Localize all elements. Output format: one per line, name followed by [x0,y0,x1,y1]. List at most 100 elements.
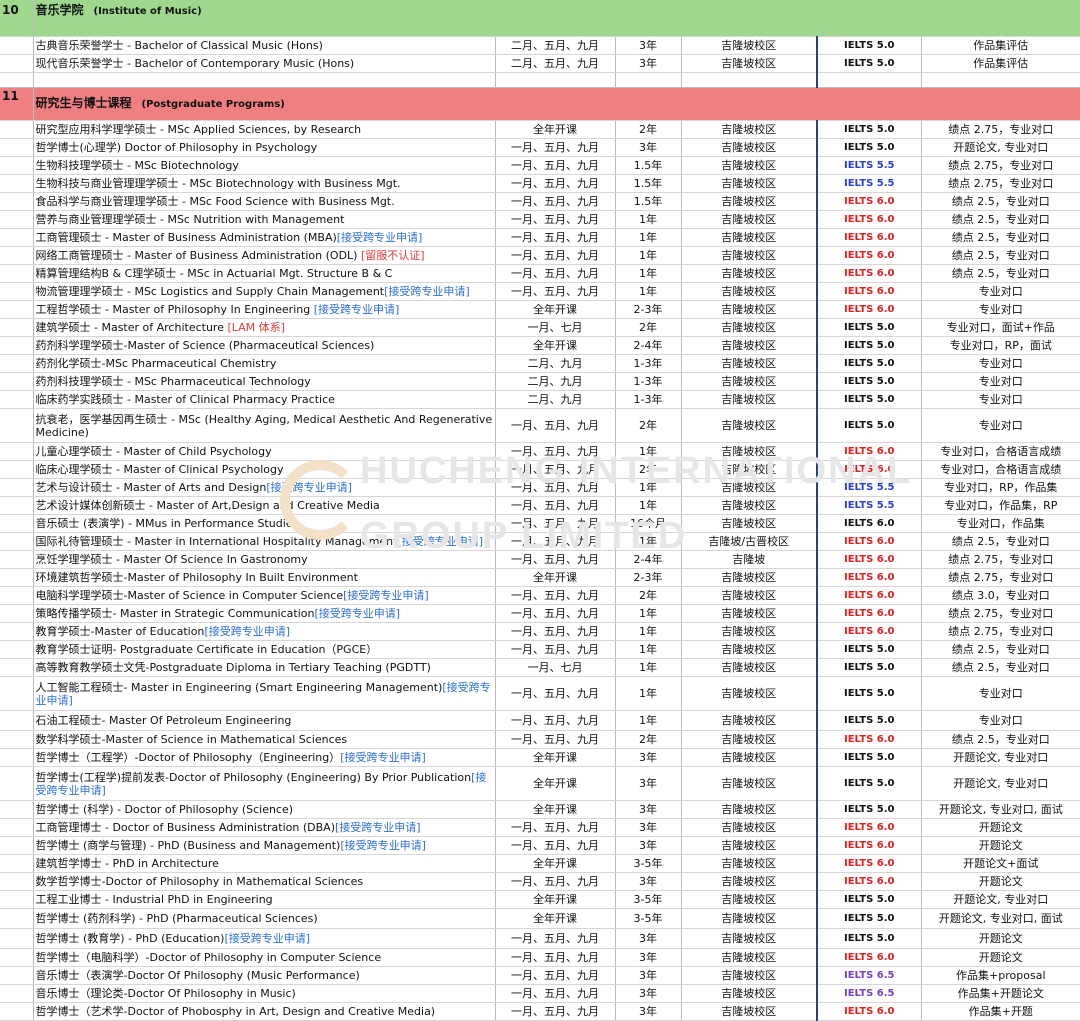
spacer-cell [0,72,34,88]
table-row: 工商管理博士 - Doctor of Business Administrati… [0,818,1080,837]
duration-cell: 1年 [615,710,682,731]
intake-cell: 一月、五月、九月 [495,948,616,967]
ielts-cell: IELTS 5.0 [816,390,922,409]
requirement-cell: 开题论文, 专业对口 [921,890,1080,909]
program-name-cell: 生物科技与商业管理理学硕士 - MSc Biotechnology with B… [33,174,496,193]
program-name-cell: 研究型应用科学理学硕士 - MSc Applied Sciences, by R… [33,120,496,139]
program-name-cell: 烹饪学理学硕士 - Master Of Science In Gastronom… [33,550,496,569]
cross-major-tag: [接受跨专业申请] [343,589,429,602]
program-name-cell: 临床心理学硕士 - Master of Clinical Psychology [33,460,496,479]
row-number-cell [0,336,34,355]
program-name-cell: 国际礼待管理硕士 - Master in International Hospi… [33,532,496,551]
campus-cell: 吉隆坡校区 [681,442,818,461]
ielts-cell: IELTS 6.0 [816,228,922,247]
table-row: 抗衰老，医学基因再生硕士 - MSc (Healthy Aging, Medic… [0,408,1080,443]
duration-cell: 2-3年 [615,568,682,587]
ielts-cell: IELTS 5.0 [816,408,922,443]
ielts-cell: IELTS 6.0 [816,568,922,587]
row-number-cell [0,442,34,461]
row-number-cell [0,532,34,551]
table-row: 药剂科学理学硕士-Master of Science (Pharmaceutic… [0,336,1080,355]
ielts-cell: IELTS 6.0 [816,300,922,319]
program-name-cell: 药剂科学理学硕士-Master of Science (Pharmaceutic… [33,336,496,355]
program-name: 研究型应用科学理学硕士 - MSc Applied Sciences, by R… [35,123,362,136]
program-name-cell: 哲学博士 (教育学) - PhD (Education)[接受跨专业申请] [33,928,496,949]
table-row: 数学科学硕士-Master of Science in Mathematical… [0,730,1080,749]
row-number-cell [0,246,34,265]
requirement-cell: 专业对口 [921,282,1080,301]
row-number-cell [0,174,34,193]
intake-cell: 一月、五月、九月 [495,604,616,623]
spacer-cell [615,72,682,88]
intake-cell: 一月、五月、九月 [495,174,616,193]
program-name: 石油工程硕士- Master Of Petroleum Engineering [35,714,292,727]
campus-cell: 吉隆坡校区 [681,156,818,175]
duration-cell: 3年 [615,872,682,891]
table-row: 石油工程硕士- Master Of Petroleum Engineering 一… [0,710,1080,731]
ielts-cell: IELTS 5.0 [816,372,922,391]
row-number-cell [0,928,34,949]
row-number-cell [0,568,34,587]
program-name-cell: 石油工程硕士- Master Of Petroleum Engineering [33,710,496,731]
requirement-cell: 绩点 2.75，专业对口 [921,622,1080,641]
campus-cell: 吉隆坡校区 [681,264,818,283]
program-name: 物流管理理学硕士 - MSc Logistics and Supply Chai… [35,285,385,298]
program-name-cell: 哲学博士 (商学与管理) - PhD (Business and Managem… [33,836,496,855]
requirement-cell: 专业对口，RP，面试 [921,336,1080,355]
campus-cell: 吉隆坡校区 [681,730,818,749]
table-row: 艺术与设计硕士 - Master of Arts and Design[接受跨专… [0,478,1080,497]
campus-cell: 吉隆坡校区 [681,300,818,319]
requirement-cell: 绩点 2.75，专业对口 [921,120,1080,139]
program-name: 现代音乐荣誉学士 - Bachelor of Contemporary Musi… [35,57,355,70]
program-name: 数学科学硕士-Master of Science in Mathematical… [35,733,348,746]
intake-cell: 一月、五月、九月 [495,408,616,443]
ielts-cell: IELTS 5.0 [816,318,922,337]
program-name: 哲学博士（电脑科学）-Doctor of Philosophy in Compu… [35,951,382,964]
requirement-cell: 绩点 2.75，专业对口 [921,174,1080,193]
program-name-cell: 抗衰老，医学基因再生硕士 - MSc (Healthy Aging, Medic… [33,408,496,443]
requirement-cell: 作品集评估 [921,54,1080,73]
intake-cell: 一月、五月、九月 [495,210,616,229]
requirement-cell: 开题论文 [921,836,1080,855]
campus-cell: 吉隆坡校区 [681,192,818,211]
row-number-cell [0,36,34,55]
cross-major-tag: [接受跨专业申请] [224,932,311,945]
campus-cell: 吉隆坡校区 [681,568,818,587]
duration-cell: 16个月 [615,514,682,533]
requirement-cell: 开题论文+面试 [921,854,1080,873]
table-row: 音乐硕士 (表演学) - MMus in Performance Studies… [0,514,1080,533]
ielts-cell: IELTS 5.0 [816,658,922,677]
program-name-cell: 哲学博士(心理学) Doctor of Philosophy in Psycho… [33,138,496,157]
program-name-cell: 工商管理博士 - Doctor of Business Administrati… [33,818,496,837]
intake-cell: 一月、五月、九月 [495,496,616,515]
program-name: 音乐博士（理论类-Doctor Of Philosophy in Music) [35,987,296,1000]
table-row: 精算管理结构B & C理学硕士 - MSc in Actuarial Mgt. … [0,264,1080,283]
section-title: 研究生与博士课程 (Postgraduate Programs) [33,87,1080,121]
ielts-cell: IELTS 6.0 [816,246,922,265]
requirement-cell: 绩点 2.75，专业对口 [921,550,1080,569]
program-name-cell: 食品科学与商业管理理学硕士 - MSc Food Science with Bu… [33,192,496,211]
ielts-cell: IELTS 5.0 [816,336,922,355]
requirement-cell: 开题论文, 专业对口 [921,766,1080,801]
spacer-cell [921,72,1080,88]
row-number-cell [0,264,34,283]
duration-cell: 1年 [615,658,682,677]
requirement-cell: 开题论文 [921,818,1080,837]
campus-cell: 吉隆坡校区 [681,514,818,533]
table-row: 生物科技与商业管理理学硕士 - MSc Biotechnology with B… [0,174,1080,193]
row-number-cell [0,800,34,819]
row-number-cell [0,390,34,409]
table-row: 哲学博士 (商学与管理) - PhD (Business and Managem… [0,836,1080,855]
table-row: 建筑学硕士 - Master of Architecture [LAM 体系] 一… [0,318,1080,337]
requirement-cell: 开题论文, 专业对口 [921,138,1080,157]
duration-cell: 1-3年 [615,354,682,373]
table-row: 高等教育教学硕士文凭-Postgraduate Diploma in Terti… [0,658,1080,677]
program-name: 电脑科学理学硕士-Master of Science in Computer S… [35,589,344,602]
ielts-cell: IELTS 6.0 [816,192,922,211]
ielts-cell: IELTS 6.0 [816,550,922,569]
campus-cell: 吉隆坡校区 [681,120,818,139]
program-name: 哲学博士(工程学)提前发表-Doctor of Philosophy (Engi… [35,770,472,784]
row-number-cell [0,872,34,891]
program-name-cell: 哲学博士 (科学) - Doctor of Philosophy (Scienc… [33,800,496,819]
requirement-cell: 专业对口，合格语言成绩 [921,460,1080,479]
